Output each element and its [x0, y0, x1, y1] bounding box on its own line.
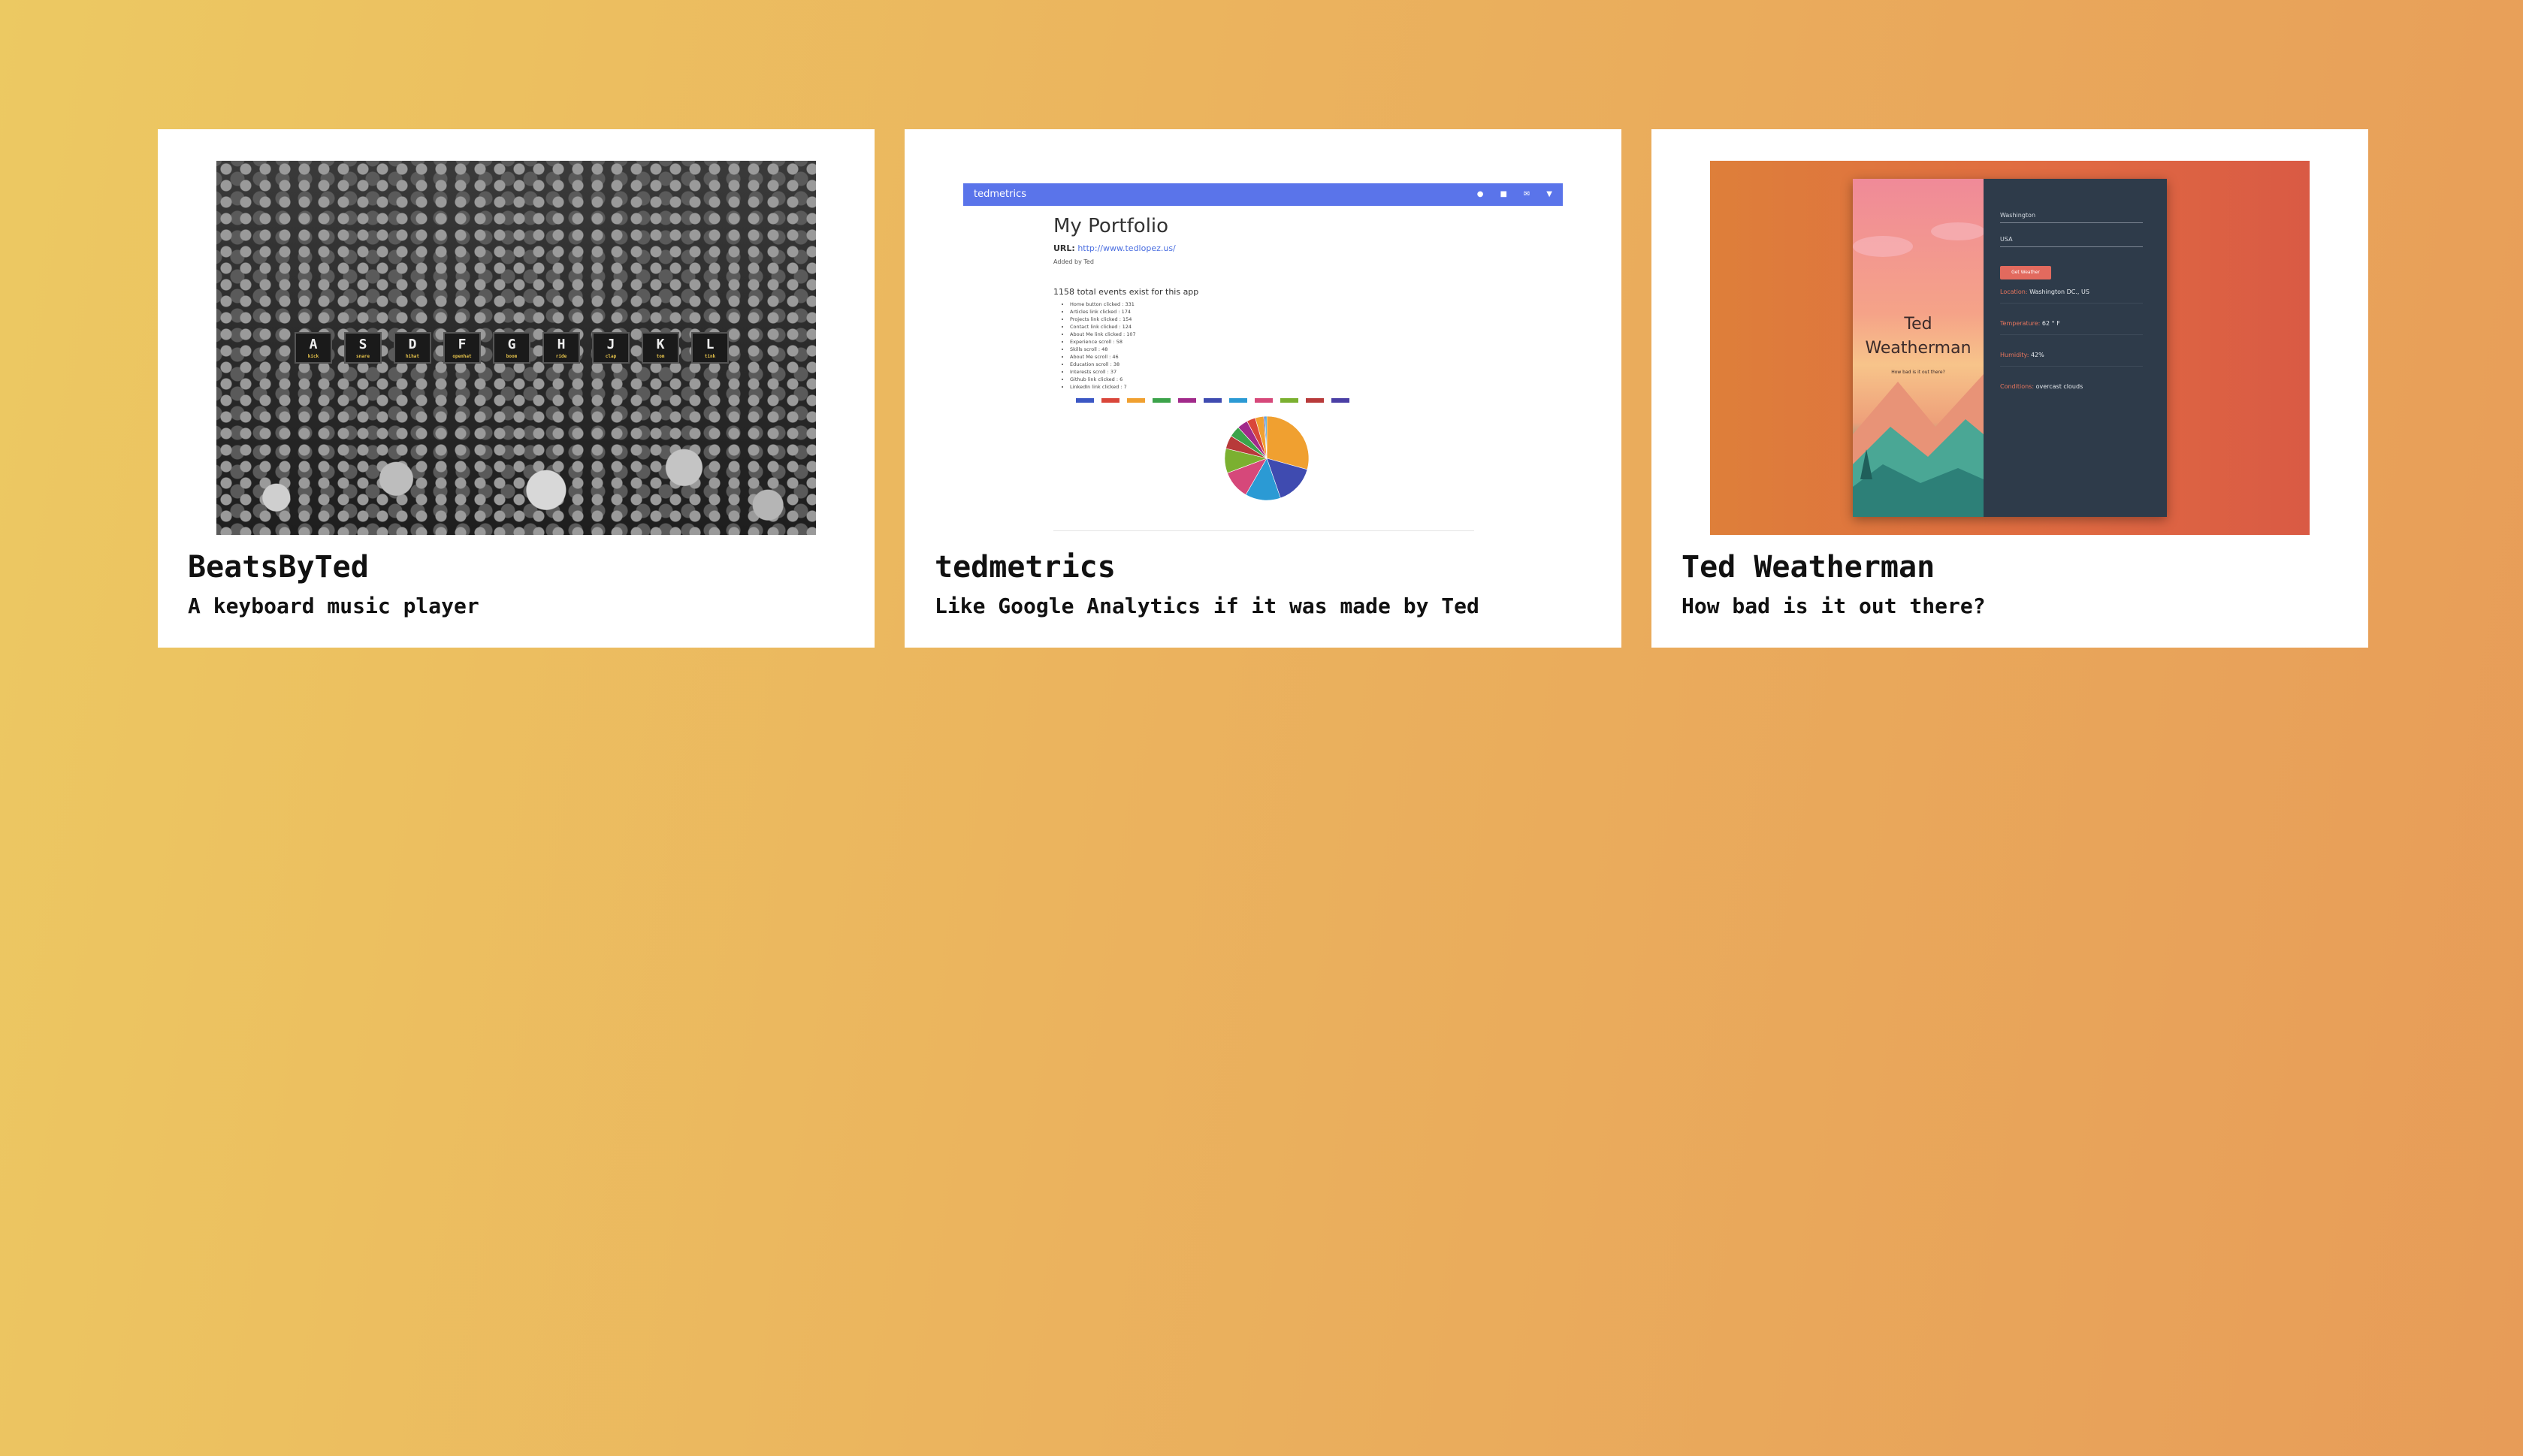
- landscape-panel: Ted Weatherman How bad is it out there?: [1853, 179, 1984, 517]
- drum-key: Akick: [295, 332, 332, 364]
- chart-axis-line: [1053, 530, 1474, 531]
- project-description: A keyboard music player: [188, 594, 479, 618]
- project-grid: Akick Ssnare Dhihat Fopenhat Gboom Hride…: [158, 129, 2368, 648]
- grid-icon: ■: [1500, 190, 1507, 198]
- portfolio-heading: My Portfolio: [1053, 215, 1169, 237]
- list-item: Articles link clicked : 174: [1070, 308, 1136, 316]
- drum-key: Dhihat: [394, 332, 431, 364]
- list-item: About Me link clicked : 107: [1070, 331, 1136, 338]
- tedmetrics-screenshot: tedmetrics ● ■ ✉ ▼ My Portfolio URL: htt…: [963, 161, 1563, 535]
- list-item: Skills scroll : 48: [1070, 346, 1136, 353]
- weatherman-screenshot: Ted Weatherman How bad is it out there? …: [1710, 161, 2310, 535]
- legend-swatch: [1076, 398, 1094, 403]
- drum-key: Hride: [542, 332, 580, 364]
- chart-legend: [1076, 398, 1452, 403]
- added-by: Added by Ted: [1053, 258, 1094, 265]
- project-thumbnail[interactable]: Ted Weatherman How bad is it out there? …: [1710, 161, 2310, 535]
- legend-swatch: [1255, 398, 1273, 403]
- weather-app-card: Ted Weatherman How bad is it out there? …: [1853, 179, 2167, 517]
- legend-swatch: [1280, 398, 1298, 403]
- app-name: tedmetrics: [974, 189, 1026, 200]
- list-item: Interests scroll : 37: [1070, 368, 1136, 376]
- legend-swatch: [1306, 398, 1324, 403]
- project-thumbnail[interactable]: Akick Ssnare Dhihat Fopenhat Gboom Hride…: [216, 161, 816, 535]
- list-item: Education scroll : 38: [1070, 361, 1136, 368]
- drum-key: Ltink: [691, 332, 729, 364]
- conditions-row: Conditions: overcast clouds: [2000, 383, 2083, 390]
- legend-swatch: [1331, 398, 1349, 403]
- list-item: Contact link clicked : 124: [1070, 323, 1136, 331]
- list-item: About Me scroll : 46: [1070, 353, 1136, 361]
- project-thumbnail[interactable]: tedmetrics ● ■ ✉ ▼ My Portfolio URL: htt…: [963, 161, 1563, 535]
- list-item: Experience scroll : 58: [1070, 338, 1136, 346]
- project-title[interactable]: tedmetrics: [935, 550, 1116, 585]
- humidity-row: Humidity: 42%: [2000, 352, 2143, 367]
- drum-key: Ktom: [642, 332, 679, 364]
- weather-app-tagline: How bad is it out there?: [1891, 370, 1945, 375]
- drum-key: Jclap: [592, 332, 630, 364]
- project-title[interactable]: Ted Weatherman: [1681, 550, 1935, 585]
- navbar-icons: ● ■ ✉ ▼: [1477, 183, 1552, 206]
- mail-icon: ✉: [1523, 190, 1530, 198]
- list-item: LinkedIn link clicked : 7: [1070, 383, 1136, 391]
- weather-form-panel: Washington USA Get Weather Location: Was…: [1984, 179, 2167, 517]
- events-list: Home button clicked : 331 Articles link …: [1062, 301, 1136, 391]
- location-row: Location: Washington DC., US: [2000, 288, 2143, 304]
- temperature-row: Temperature: 62 ° F: [2000, 320, 2143, 335]
- project-card-beatsbyted[interactable]: Akick Ssnare Dhihat Fopenhat Gboom Hride…: [158, 129, 875, 648]
- events-heading: 1158 total events exist for this app: [1053, 287, 1199, 297]
- project-card-tedmetrics[interactable]: tedmetrics ● ■ ✉ ▼ My Portfolio URL: htt…: [905, 129, 1621, 648]
- user-icon: ●: [1476, 190, 1484, 198]
- get-weather-button: Get Weather: [2000, 266, 2051, 279]
- weather-app-title: Ted Weatherman: [1865, 315, 1972, 358]
- legend-swatch: [1178, 398, 1196, 403]
- drum-key: Ssnare: [344, 332, 382, 364]
- project-card-ted-weatherman[interactable]: Ted Weatherman How bad is it out there? …: [1651, 129, 2368, 648]
- city-field: Washington: [2000, 212, 2143, 223]
- filter-icon: ▼: [1546, 190, 1552, 198]
- list-item: Projects link clicked : 154: [1070, 316, 1136, 323]
- drum-key: Fopenhat: [443, 332, 481, 364]
- list-item: Github link clicked : 6: [1070, 376, 1136, 383]
- legend-swatch: [1204, 398, 1222, 403]
- project-description: How bad is it out there?: [1681, 594, 1986, 618]
- events-pie-chart: [1224, 415, 1310, 501]
- portfolio-url: URL: http://www.tedlopez.us/: [1053, 243, 1176, 253]
- project-description: Like Google Analytics if it was made by …: [935, 594, 1479, 618]
- country-field: USA: [2000, 236, 2143, 247]
- project-title[interactable]: BeatsByTed: [188, 550, 369, 585]
- drum-key: Gboom: [493, 332, 530, 364]
- drum-keys: Akick Ssnare Dhihat Fopenhat Gboom Hride…: [295, 332, 729, 364]
- legend-swatch: [1153, 398, 1171, 403]
- legend-swatch: [1127, 398, 1145, 403]
- list-item: Home button clicked : 331: [1070, 301, 1136, 308]
- app-navbar: tedmetrics ● ■ ✉ ▼: [963, 183, 1563, 206]
- legend-swatch: [1101, 398, 1119, 403]
- legend-swatch: [1229, 398, 1247, 403]
